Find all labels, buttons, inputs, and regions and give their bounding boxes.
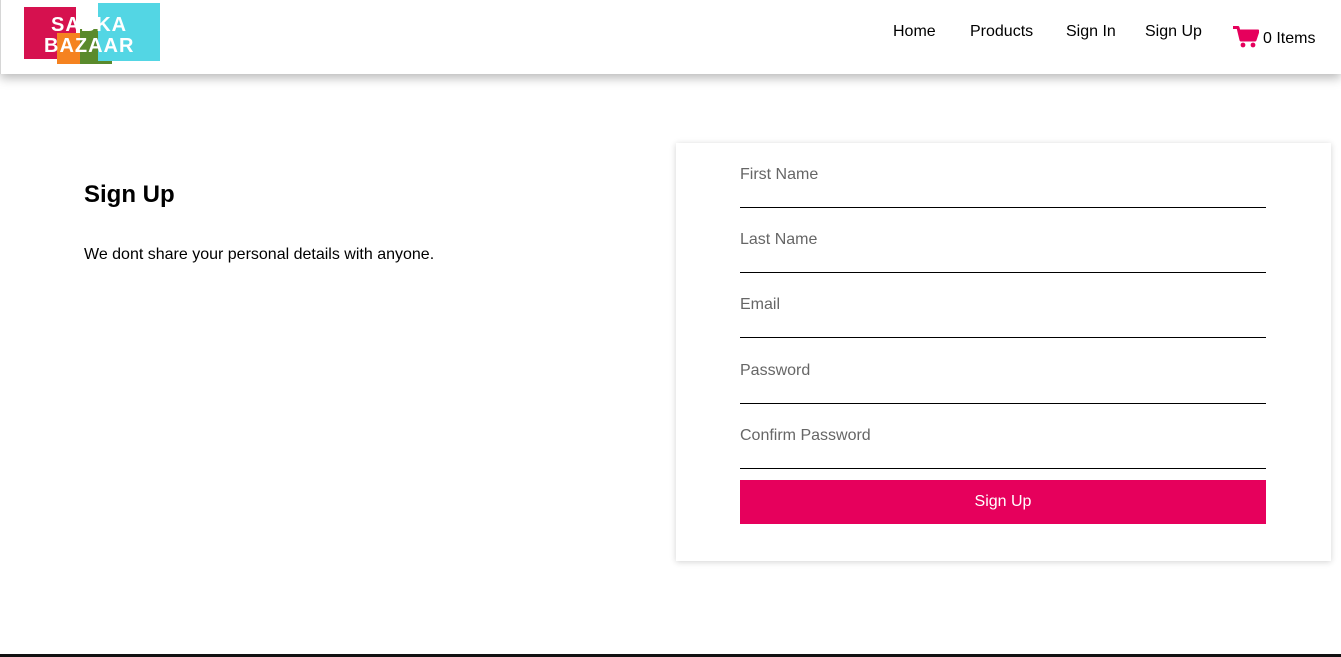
page-subtitle: We dont share your personal details with…: [84, 246, 435, 263]
first-name-field: [740, 143, 1266, 208]
nav-home-link[interactable]: Home: [893, 23, 936, 41]
signup-form: Sign Up: [676, 143, 1331, 561]
first-name-input[interactable]: [740, 161, 1266, 189]
page-title: Sign Up: [84, 181, 175, 208]
confirm-password-field: [740, 404, 1266, 469]
password-field: [740, 339, 1266, 404]
email-input[interactable]: [740, 291, 1266, 319]
cart-count-label: 0 Items: [1263, 30, 1316, 47]
sabka-bazaar-logo[interactable]: SABKA BAZAAR: [24, 3, 160, 65]
nav-sign-up-link[interactable]: Sign Up: [1145, 23, 1202, 41]
logo-text-line1: SABKA: [51, 14, 128, 36]
nav-products-link[interactable]: Products: [970, 23, 1033, 41]
last-name-input[interactable]: [740, 226, 1266, 254]
email-field: [740, 273, 1266, 338]
sign-up-submit-button[interactable]: Sign Up: [740, 480, 1266, 524]
password-input[interactable]: [740, 357, 1266, 385]
site-header: SABKA BAZAAR Home Products Sign In Sign …: [0, 0, 1341, 74]
nav-sign-in-link[interactable]: Sign In: [1066, 23, 1116, 41]
last-name-field: [740, 208, 1266, 273]
cart-icon: [1233, 26, 1259, 48]
logo-text-line2: BAZAAR: [44, 35, 135, 57]
confirm-password-input[interactable]: [740, 422, 1266, 450]
